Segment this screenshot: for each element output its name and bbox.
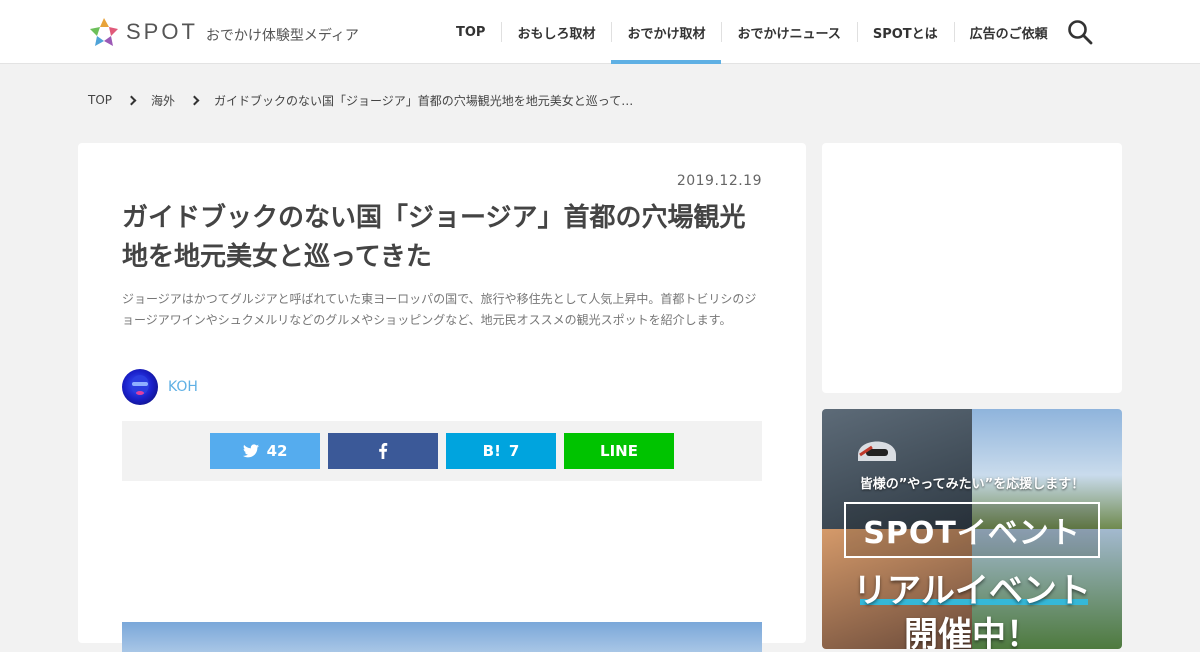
nav-item-top[interactable]: TOP bbox=[440, 0, 501, 64]
line-share-button[interactable]: LINE bbox=[564, 433, 674, 469]
line-label: LINE bbox=[600, 442, 638, 460]
twitter-share-button[interactable]: 42 bbox=[210, 433, 320, 469]
author-avatar[interactable] bbox=[122, 369, 158, 405]
avatar-face-icon bbox=[131, 375, 149, 395]
banner-event-title: SPOTイベント bbox=[844, 502, 1100, 558]
author-block[interactable]: KOH bbox=[122, 369, 198, 405]
chevron-right-icon bbox=[189, 95, 200, 105]
hatena-count: 7 bbox=[508, 442, 520, 460]
hatena-bookmark-button[interactable]: B! 7 bbox=[446, 433, 556, 469]
hatena-label: B! bbox=[482, 442, 501, 460]
breadcrumb-overseas[interactable]: 海外 bbox=[151, 92, 175, 109]
twitter-count: 42 bbox=[266, 442, 288, 460]
banner-tagline: 皆様の”やってみたい”を応援します！ bbox=[859, 477, 1085, 492]
spot-event-banner[interactable]: 皆様の”やってみたい”を応援します！ SPOTイベント リアルイベント 開催中！ bbox=[822, 409, 1122, 649]
share-buttons: 42 B! 7 LINE bbox=[122, 421, 762, 481]
twitter-icon bbox=[242, 444, 259, 458]
banner-real-event: リアルイベント bbox=[853, 571, 1091, 611]
banner-open-text: 開催中！ bbox=[904, 615, 1040, 649]
article-title: ガイドブックのない国「ジョージア」首都の穴場観光地を地元美女と巡ってきた bbox=[122, 203, 746, 272]
facebook-icon bbox=[379, 443, 388, 459]
facebook-share-button[interactable] bbox=[328, 433, 438, 469]
logo-text: SPOT bbox=[126, 19, 198, 44]
chevron-right-icon bbox=[126, 95, 137, 105]
logo-mark-icon bbox=[90, 18, 118, 46]
logo-tagline: おでかけ体験型メディア bbox=[205, 28, 359, 44]
search-icon[interactable] bbox=[1066, 18, 1094, 46]
breadcrumb: TOP 海外 ガイドブックのない国「ジョージア」首都の穴場観光地を地元美女と巡っ… bbox=[88, 90, 633, 110]
sidebar-ad-slot bbox=[822, 143, 1122, 393]
article-card: 2019.12.19 ガイドブックのない国「ジョージア」首都の穴場観光地を地元美… bbox=[78, 143, 806, 652]
nav-item-ads[interactable]: 広告のご依頼 bbox=[953, 0, 1064, 64]
author-name[interactable]: KOH bbox=[168, 379, 198, 395]
nav-item-omoshiro[interactable]: おもしろ取材 bbox=[501, 0, 611, 64]
article-date: 2019.12.19 bbox=[676, 173, 762, 189]
breadcrumb-top[interactable]: TOP bbox=[88, 93, 112, 107]
article-lead: ジョージアはかつてグルジアと呼ばれていた東ヨーロッパの国で、旅行や移住先として人… bbox=[122, 292, 757, 327]
article-hero-image bbox=[122, 622, 762, 652]
nav-item-odekake[interactable]: おでかけ取材 bbox=[611, 0, 722, 64]
nav-item-news[interactable]: おでかけニュース bbox=[721, 0, 856, 64]
breadcrumb-current: ガイドブックのない国「ジョージア」首都の穴場観光地を地元美女と巡って… bbox=[214, 93, 634, 108]
global-nav: TOP おもしろ取材 おでかけ取材 おでかけニュース SPOTとは 広告のご依頼 bbox=[440, 0, 1064, 64]
site-logo[interactable]: SPOT おでかけ体験型メディア bbox=[88, 16, 359, 48]
site-header: SPOT おでかけ体験型メディア TOP おもしろ取材 おでかけ取材 おでかけニ… bbox=[0, 0, 1200, 64]
nav-item-about[interactable]: SPOTとは bbox=[856, 0, 954, 64]
helmet-icon bbox=[858, 441, 896, 461]
